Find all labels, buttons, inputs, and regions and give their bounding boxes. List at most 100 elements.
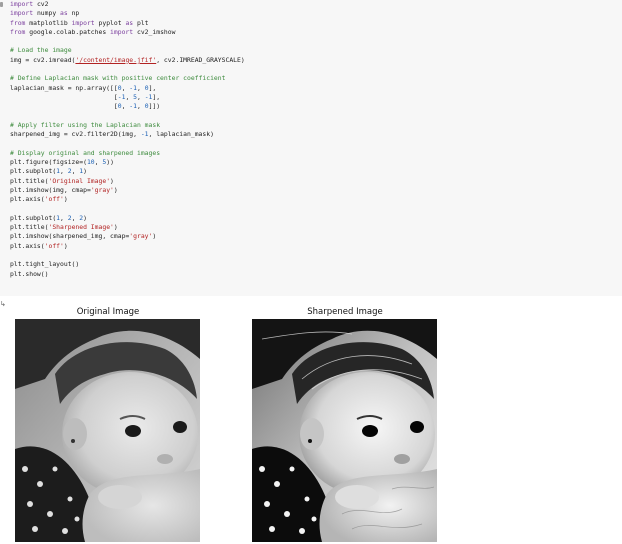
code-line[interactable]: plt.tight_layout() bbox=[10, 260, 245, 269]
code-token: , bbox=[137, 102, 145, 111]
code-line[interactable]: laplacian_mask = np.array([[0, -1, 0], bbox=[10, 84, 245, 93]
code-token: plt.title( bbox=[10, 223, 49, 232]
code-line[interactable] bbox=[10, 112, 245, 121]
code-line[interactable]: plt.imshow(img, cmap='gray') bbox=[10, 186, 245, 195]
code-token: laplacian_mask = np.array([[ bbox=[10, 83, 118, 92]
code-token: plt.subplot( bbox=[10, 213, 57, 222]
code-line[interactable]: plt.figure(figsize=(10, 5)) bbox=[10, 158, 245, 167]
code-token: matplotlib bbox=[25, 18, 72, 27]
code-token: from bbox=[10, 18, 26, 27]
code-line[interactable] bbox=[10, 65, 245, 74]
code-line[interactable]: plt.title('Original Image') bbox=[10, 177, 245, 186]
code-line[interactable]: plt.subplot(1, 2, 1) bbox=[10, 167, 245, 176]
code-token: google.colab.patches bbox=[25, 27, 111, 36]
code-token: # Define Laplacian mask with positive ce… bbox=[10, 74, 226, 83]
code-token: , bbox=[137, 83, 145, 92]
code-token: , bbox=[125, 92, 134, 101]
code-line[interactable]: from matplotlib import pyplot as plt bbox=[10, 19, 245, 28]
code-token: -1 bbox=[140, 130, 149, 139]
sharpened-image-title: Sharpened Image bbox=[307, 307, 383, 317]
code-token: plt.tight_layout() bbox=[10, 260, 80, 269]
code-token: , bbox=[137, 92, 145, 101]
code-token: ) bbox=[113, 223, 118, 232]
code-token: ) bbox=[83, 213, 88, 222]
code-token: # Display original and sharpened images bbox=[10, 148, 161, 157]
code-token: ]]) bbox=[148, 102, 161, 111]
code-token: plt bbox=[133, 18, 149, 27]
code-token: ) bbox=[63, 241, 68, 250]
code-token: ) bbox=[152, 232, 157, 241]
code-token: as bbox=[60, 9, 68, 18]
code-token: 'Sharpened Image' bbox=[48, 223, 114, 232]
code-line[interactable]: [0, -1, 0]]) bbox=[10, 102, 245, 111]
code-line[interactable]: from google.colab.patches import cv2_ims… bbox=[10, 28, 245, 37]
code-token: ) bbox=[110, 176, 114, 185]
code-token: , bbox=[60, 167, 68, 176]
code-token: # Apply filter using the Laplacian mask bbox=[10, 120, 161, 129]
code-token: sharpened_img = cv2.filter2D(img, bbox=[10, 130, 141, 139]
code-token: plt.title( bbox=[10, 176, 49, 185]
original-image bbox=[15, 319, 200, 542]
code-token: , bbox=[60, 213, 68, 222]
code-token: from bbox=[10, 27, 26, 36]
code-token: plt.figure(figsize=( bbox=[10, 158, 87, 167]
code-token: cv2 bbox=[33, 0, 49, 8]
code-token: ], bbox=[148, 83, 157, 92]
code-token: [ bbox=[10, 102, 118, 111]
code-token: plt.axis( bbox=[10, 195, 45, 204]
code-token: plt.axis( bbox=[10, 241, 45, 250]
code-token: import bbox=[10, 0, 34, 8]
code-line[interactable]: # Display original and sharpened images bbox=[10, 149, 245, 158]
output-expand-icon[interactable]: ↳ bbox=[0, 300, 6, 308]
code-token: [ bbox=[10, 92, 118, 101]
cell-run-indicator[interactable] bbox=[0, 2, 3, 7]
code-token: cv2_imshow bbox=[133, 27, 176, 36]
code-token: 'off' bbox=[44, 241, 64, 250]
code-line[interactable]: [-1, 5, -1], bbox=[10, 93, 245, 102]
code-token: '/content/image.jfif' bbox=[75, 55, 157, 64]
code-line[interactable]: # Load the image bbox=[10, 46, 245, 55]
code-token: as bbox=[125, 18, 134, 27]
code-token: numpy bbox=[33, 9, 61, 18]
code-line[interactable]: plt.show() bbox=[10, 270, 245, 279]
code-line[interactable]: import cv2 bbox=[10, 0, 245, 9]
code-line[interactable]: plt.imshow(sharpened_img, cmap='gray') bbox=[10, 232, 245, 241]
code-line[interactable]: plt.axis('off') bbox=[10, 242, 245, 251]
code-token: img = cv2.imread( bbox=[10, 55, 76, 64]
code-token: plt.imshow(sharpened_img, cmap= bbox=[10, 232, 130, 241]
code-line[interactable] bbox=[10, 251, 245, 260]
sharpened-image bbox=[252, 319, 437, 542]
code-token: pyplot bbox=[94, 18, 126, 27]
code-line[interactable] bbox=[10, 37, 245, 46]
code-line[interactable]: img = cv2.imread('/content/image.jfif', … bbox=[10, 56, 245, 65]
code-line[interactable] bbox=[10, 205, 245, 214]
code-token: import bbox=[71, 18, 95, 27]
code-token: , cv2.IMREAD_GRAYSCALE) bbox=[156, 55, 245, 64]
code-line[interactable]: # Define Laplacian mask with positive ce… bbox=[10, 74, 245, 83]
code-token: -1 bbox=[129, 102, 137, 111]
code-token: ) bbox=[63, 195, 68, 204]
code-token: np bbox=[67, 9, 80, 18]
code-token: ], bbox=[152, 92, 161, 101]
code-token: 'gray' bbox=[90, 185, 114, 194]
code-token: plt.show() bbox=[10, 269, 49, 278]
code-token: , laplacian_mask) bbox=[148, 130, 214, 139]
code-line[interactable]: plt.title('Sharpened Image') bbox=[10, 223, 245, 232]
code-line[interactable] bbox=[10, 139, 245, 148]
code-editor[interactable]: import cv2 import numpy as np from matplot… bbox=[10, 0, 245, 279]
code-token: plt.imshow(img, cmap= bbox=[10, 185, 91, 194]
code-cell[interactable]: import cv2 import numpy as np from matplot… bbox=[0, 0, 622, 296]
code-line[interactable]: import numpy as np bbox=[10, 9, 245, 18]
code-token: import bbox=[10, 9, 34, 18]
code-token: # Load the image bbox=[10, 46, 72, 55]
code-token: plt.subplot( bbox=[10, 167, 57, 176]
code-line[interactable]: plt.axis('off') bbox=[10, 195, 245, 204]
code-token: ) bbox=[83, 167, 88, 176]
code-token: 'Original Image' bbox=[48, 176, 111, 185]
code-token: import bbox=[110, 27, 134, 36]
code-token: 10 bbox=[86, 158, 95, 167]
original-image-title: Original Image bbox=[76, 307, 140, 317]
code-line[interactable]: sharpened_img = cv2.filter2D(img, -1, la… bbox=[10, 130, 245, 139]
code-line[interactable]: plt.subplot(1, 2, 2) bbox=[10, 214, 245, 223]
code-line[interactable]: # Apply filter using the Laplacian mask bbox=[10, 121, 245, 130]
